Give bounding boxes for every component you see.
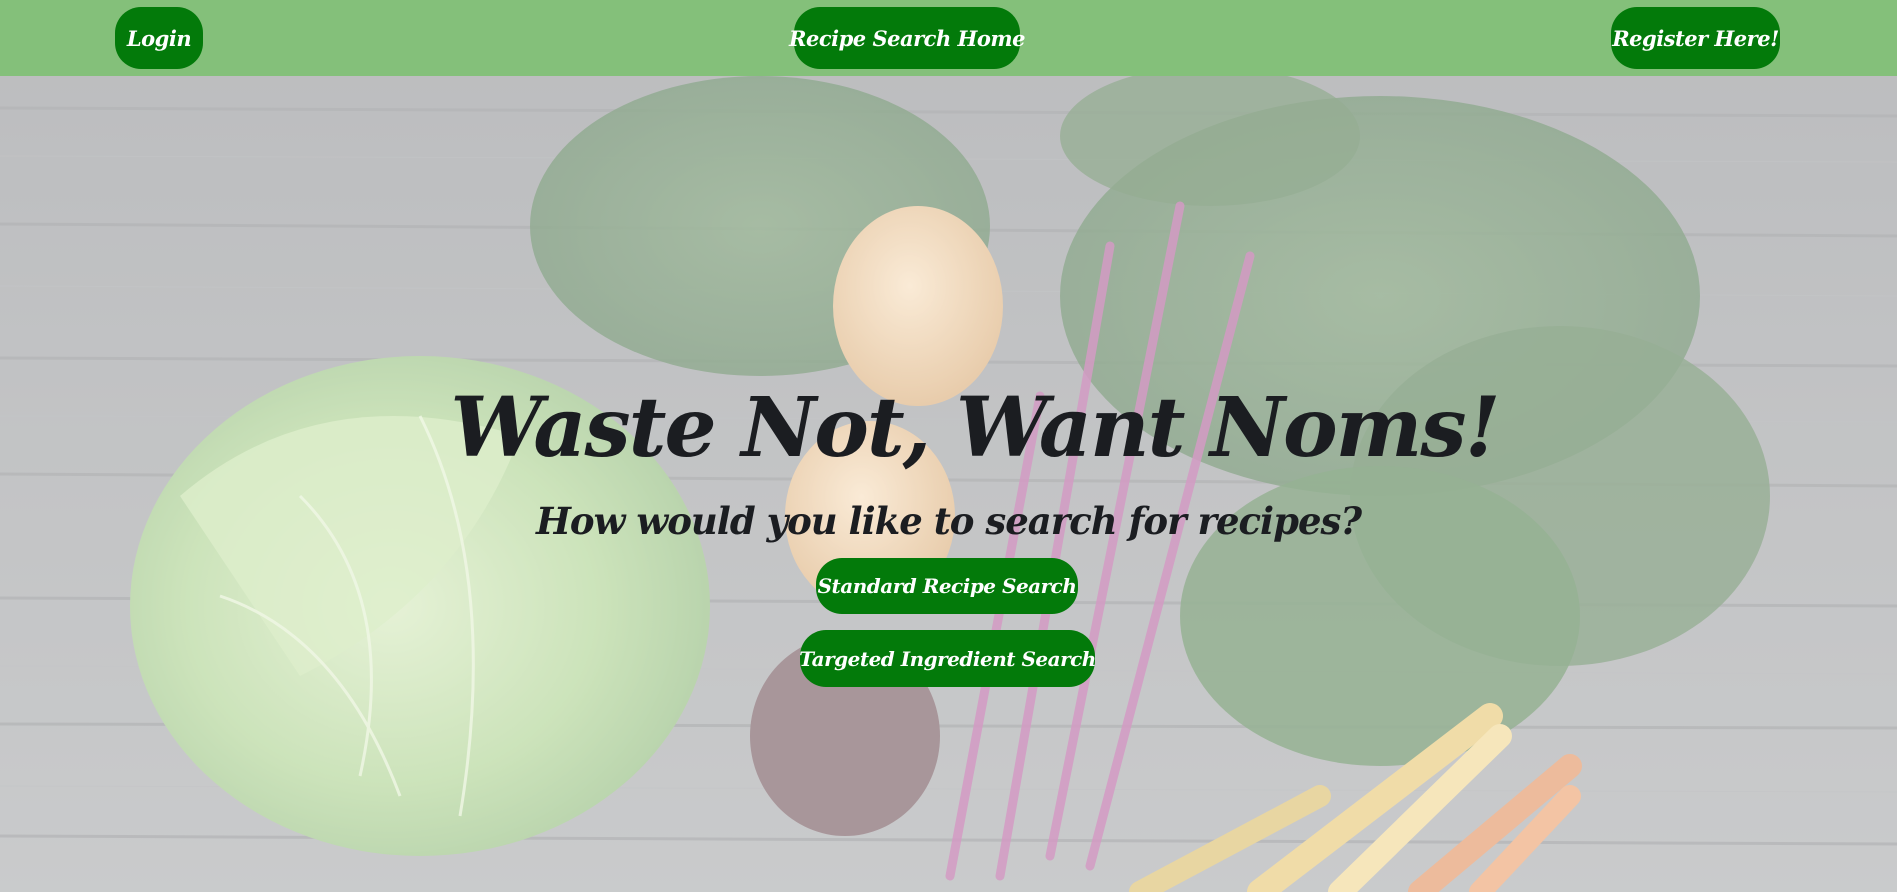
- top-navbar: Login Recipe Search Home Register Here!: [0, 0, 1897, 76]
- hero-subtitle: How would you like to search for recipes…: [535, 499, 1362, 543]
- standard-recipe-search-button[interactable]: Standard Recipe Search: [816, 558, 1078, 614]
- login-button[interactable]: Login: [115, 7, 203, 69]
- targeted-ingredient-search-button[interactable]: Targeted Ingredient Search: [799, 630, 1096, 687]
- recipe-search-home-button[interactable]: Recipe Search Home: [789, 7, 1025, 69]
- background-vegetables-image: [0, 76, 1897, 892]
- page: Login Recipe Search Home Register Here! …: [0, 0, 1897, 892]
- hero-title: Waste Not, Want Noms!: [450, 380, 1500, 476]
- register-button[interactable]: Register Here!: [1611, 7, 1780, 69]
